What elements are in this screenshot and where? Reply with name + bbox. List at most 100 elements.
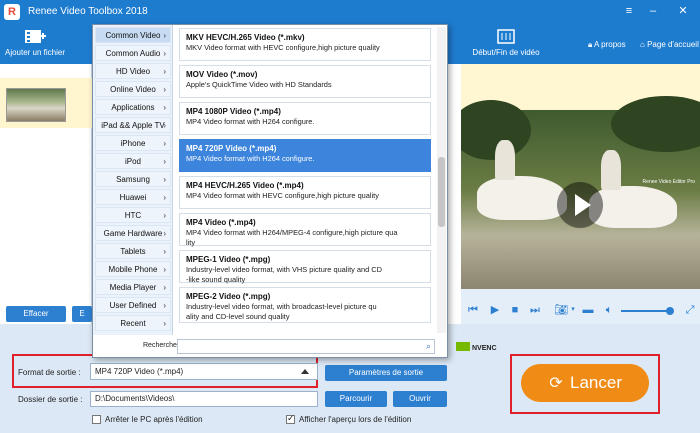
browse-button[interactable]: Parcourir	[325, 391, 387, 407]
chevron-right-icon: ›	[163, 283, 166, 292]
edit-button[interactable]: E	[72, 306, 92, 322]
nvenc-label: NVENC	[472, 345, 497, 352]
folder-icon[interactable]: ▬	[582, 304, 594, 316]
next-frame-icon[interactable]: ⏭	[529, 304, 541, 316]
open-button[interactable]: Ouvrir	[393, 391, 447, 407]
preview-checkbox[interactable]	[286, 413, 295, 424]
chevron-right-icon: ›	[163, 193, 166, 202]
output-format-value: MP4 720P Video (*.mp4)	[95, 367, 184, 376]
category-item[interactable]: HD Video ›	[95, 63, 171, 79]
video-thumbnail	[6, 88, 66, 122]
title-bar: R Renee Video Toolbox 2018 ≡ – ✕	[0, 0, 700, 24]
category-list: Common Video › Common Audio › HD Video › Onlin…	[93, 25, 173, 335]
file-list-item[interactable]	[0, 78, 92, 128]
category-item[interactable]: Game Hardware ›	[95, 225, 171, 241]
start-button[interactable]: ⟳ Lancer	[521, 364, 649, 402]
play-overlay-icon[interactable]	[557, 182, 603, 228]
category-label: iPad && Apple TV	[101, 121, 165, 130]
category-item[interactable]: Applications ›	[95, 99, 171, 115]
shutdown-checkbox[interactable]	[92, 415, 101, 424]
output-settings-button[interactable]: Paramètres de sortie	[325, 365, 447, 381]
chevron-right-icon: ›	[163, 301, 166, 310]
chevron-right-icon: ›	[163, 229, 166, 238]
home-icon: ⌂	[640, 40, 645, 49]
format-title: MP4 Video (*.mp4)	[186, 218, 256, 227]
fullscreen-icon[interactable]: ⤢	[684, 304, 696, 316]
output-folder-input[interactable]: D:\Documents\Videos\	[90, 391, 318, 407]
format-item[interactable]: MP4 720P Video (*.mp4) MP4 Video format w…	[179, 139, 431, 172]
category-item[interactable]: iPad && Apple TV ›	[95, 117, 171, 133]
app-title: Renee Video Toolbox 2018	[28, 6, 148, 17]
category-item[interactable]: Media Player ›	[95, 279, 171, 295]
refresh-icon: ⟳	[549, 375, 563, 392]
format-item[interactable]: MPEG-2 Video (*.mpg) Industry-level video…	[179, 287, 431, 323]
category-item[interactable]: Mobile Phone ›	[95, 261, 171, 277]
preview-option-label: Afficher l'aperçu lors de l'édition	[299, 415, 412, 424]
category-label: Common Audio	[105, 49, 161, 58]
category-label: Online Video	[110, 85, 156, 94]
category-item[interactable]: Common Video ›	[95, 27, 171, 43]
format-item[interactable]: MPEG-1 Video (*.mpg) Industry-level video…	[179, 250, 431, 284]
format-scrollbar[interactable]	[437, 27, 446, 333]
start-label: Lancer	[570, 373, 622, 392]
category-item[interactable]: iPod ›	[95, 153, 171, 169]
chevron-right-icon: ›	[163, 319, 166, 328]
camera-dropdown-icon[interactable]: ▾	[569, 304, 577, 316]
category-item[interactable]: Huawei ›	[95, 189, 171, 205]
category-item[interactable]: Tablets ›	[95, 243, 171, 259]
camera-icon[interactable]: 📷︎	[553, 304, 569, 316]
category-label: Applications	[111, 103, 155, 112]
search-icon[interactable]: ⌕	[426, 341, 431, 352]
format-item[interactable]: MP4 1080P Video (*.mp4) MP4 Video format …	[179, 102, 431, 135]
format-item[interactable]: MP4 Video (*.mp4) MP4 Video format with H…	[179, 213, 431, 247]
home-label: Page d'accueil	[647, 40, 699, 49]
volume-knob[interactable]	[666, 307, 674, 315]
minimize-icon[interactable]: –	[646, 4, 660, 18]
search-input[interactable]: ⌕	[177, 339, 435, 354]
about-link[interactable]: 🔒︎ A propos	[588, 40, 626, 50]
start-end-button[interactable]: Début/Fin de vidéo	[466, 28, 546, 57]
chevron-right-icon: ›	[163, 85, 166, 94]
category-item[interactable]: Common Audio ›	[95, 45, 171, 61]
category-item[interactable]: Online Video ›	[95, 81, 171, 97]
format-title: MP4 1080P Video (*.mp4)	[186, 107, 281, 116]
clear-button[interactable]: Effacer	[6, 306, 66, 322]
preview-frame: Renee Video Editor Pro	[461, 96, 700, 289]
chevron-right-icon: ›	[163, 247, 166, 256]
video-preview[interactable]: Renee Video Editor Pro	[461, 64, 700, 289]
chevron-right-icon: ›	[163, 139, 166, 148]
category-label: HD Video	[115, 67, 151, 76]
chevron-right-icon: ›	[163, 157, 166, 166]
volume-icon[interactable]: 🔈︎	[603, 304, 615, 316]
category-item[interactable]: Recent ›	[95, 315, 171, 331]
menu-icon[interactable]: ≡	[622, 4, 636, 18]
panel-strip	[448, 64, 461, 324]
close-icon[interactable]: ✕	[676, 4, 690, 18]
category-label: iPhone	[120, 139, 146, 148]
output-format-select[interactable]: MP4 720P Video (*.mp4)	[90, 363, 318, 380]
about-label: A propos	[594, 40, 626, 49]
play-icon[interactable]: ▶	[489, 304, 501, 316]
category-item[interactable]: User Defined ›	[95, 297, 171, 313]
category-item[interactable]: Samsung ›	[95, 171, 171, 187]
scrollbar-thumb[interactable]	[438, 157, 445, 227]
add-file-button[interactable]: Ajouter un fichier	[0, 28, 70, 57]
chevron-right-icon: ›	[163, 211, 166, 220]
prev-frame-icon[interactable]: ⏮	[467, 304, 479, 316]
format-title: MP4 720P Video (*.mp4)	[186, 144, 277, 153]
category-item[interactable]: iPhone ›	[95, 135, 171, 151]
lock-icon: 🔒︎	[588, 40, 593, 49]
chevron-right-icon: ›	[163, 49, 166, 58]
format-description: ality and CD-level sound quality	[186, 312, 290, 321]
format-item[interactable]: MP4 HEVC/H.265 Video (*.mp4) MP4 Video fo…	[179, 176, 431, 209]
format-item[interactable]: MOV Video (*.mov) Apple's QuickTime Video…	[179, 65, 431, 98]
search-label: Recherche	[143, 342, 177, 349]
format-description: Apple's QuickTime Video with HD Standard…	[186, 80, 332, 89]
output-format-label: Format de sortie :	[18, 368, 81, 377]
stop-icon[interactable]: ■	[509, 304, 521, 316]
category-label: Recent	[120, 319, 146, 328]
format-description: lity	[186, 238, 196, 247]
format-item[interactable]: MKV HEVC/H.265 Video (*.mkv) MKV Video fo…	[179, 28, 431, 61]
category-item[interactable]: HTC ›	[95, 207, 171, 223]
home-link[interactable]: ⌂ Page d'accueil	[640, 40, 699, 49]
